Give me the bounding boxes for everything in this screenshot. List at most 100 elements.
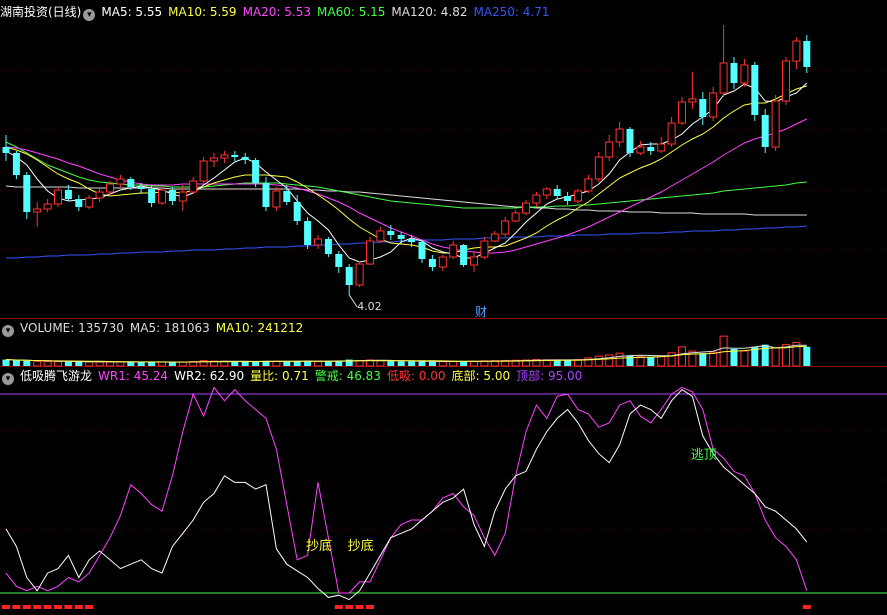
volume-bar: [449, 360, 458, 367]
volume-bar: [283, 361, 291, 366]
candle-body: [220, 154, 229, 159]
ma-line-ma120: [5, 185, 807, 216]
candle-body: [324, 239, 332, 254]
candle-body: [699, 99, 707, 117]
candle-body: [605, 141, 614, 158]
candle-body: [189, 180, 198, 193]
candle-body: [23, 175, 31, 212]
candle-body: [449, 244, 458, 258]
candle-body: [594, 156, 603, 180]
candle-body: [148, 189, 156, 203]
candle-body: [106, 183, 114, 193]
indicator-legend: ▾ 低吸腾飞游龙 WR1: 45.24 WR2: 62.90 量比: 0.71 警戒: 4…: [0, 367, 588, 385]
candle-body: [418, 242, 426, 259]
candle-body: [803, 41, 811, 67]
low-buy-marker: [74, 605, 83, 609]
low-buy-marker: [355, 605, 364, 609]
candle-body: [522, 202, 530, 214]
low-buy-marker: [54, 605, 62, 609]
candle-body: [12, 153, 20, 175]
stock-title: 湖南投资(日线): [0, 5, 82, 19]
volume-bar: [95, 361, 104, 367]
candle-body: [782, 60, 790, 102]
volume-bar: [137, 362, 145, 366]
volume-ma-line: [5, 344, 807, 363]
candle-body: [678, 101, 686, 124]
candle-body: [480, 240, 489, 258]
volume-bar: [127, 362, 135, 366]
candle-body: [366, 240, 374, 265]
volume-bar: [564, 360, 572, 366]
candle-body: [158, 189, 166, 204]
volume-bar: [168, 362, 176, 366]
candle-body: [761, 115, 769, 147]
candle-body: [470, 256, 478, 266]
event-marker[interactable]: 财: [475, 303, 487, 320]
ma5-label: MA5: 5.55: [101, 5, 163, 19]
candle-body: [293, 202, 301, 221]
chart-canvas: [0, 25, 887, 609]
candle-body: [511, 212, 520, 222]
chevron-down-icon[interactable]: ▾: [2, 325, 14, 337]
candle-body: [542, 188, 551, 196]
candle-body: [355, 263, 364, 286]
volume-bar: [678, 346, 686, 367]
volume-ratio-label: 量比: 0.71: [250, 369, 309, 383]
wr2-label: WR2: 62.90: [174, 369, 245, 383]
low-buy-marker: [366, 605, 374, 609]
ma20-label: MA20: 5.53: [242, 5, 311, 19]
candle-body: [667, 122, 676, 145]
chevron-down-icon[interactable]: ▾: [2, 373, 14, 385]
candle-body: [501, 220, 510, 235]
ma-line-ma10: [5, 85, 807, 254]
candle-body: [438, 256, 447, 268]
low-buy-marker: [802, 605, 811, 609]
candle-body: [626, 129, 634, 153]
volume-bar: [397, 361, 405, 366]
main-legend: 湖南投资(日线) ▾ MA5: 5.55 MA10: 5.59 MA20: 5.53 MA…: [0, 3, 556, 21]
volume-bar: [667, 352, 676, 367]
candle-body: [137, 187, 145, 189]
volume-bar: [324, 361, 332, 366]
candle-body: [33, 208, 42, 213]
volume-ma5-label: MA5: 181063: [129, 321, 210, 335]
candle-body: [335, 254, 343, 267]
low-pointer: [348, 294, 358, 308]
volume-bar: [272, 360, 281, 367]
low-buy-marker: [85, 605, 94, 609]
candle-body: [408, 239, 416, 242]
candle-body: [95, 191, 104, 199]
candle-body: [553, 189, 561, 196]
volume-bar: [709, 351, 718, 367]
volume-bar: [75, 361, 83, 366]
ma250-label: MA250: 4.71: [473, 5, 550, 19]
candle-body: [43, 203, 52, 210]
candle-body: [771, 100, 780, 148]
candle-body: [304, 221, 312, 245]
volume-bar: [43, 361, 52, 367]
low-buy-marker: [345, 605, 354, 609]
candle-body: [387, 231, 395, 235]
candle-body: [647, 147, 655, 151]
candle-body: [199, 160, 208, 182]
candle-body: [345, 267, 353, 285]
candle-body: [719, 62, 728, 94]
volume-bar: [148, 361, 156, 366]
volume-bar: [647, 357, 655, 366]
volume-bar: [408, 361, 416, 366]
volume-bar: [418, 361, 426, 366]
volume-bar: [54, 361, 62, 367]
candle-body: [231, 155, 239, 157]
warning-label: 警戒: 46.83: [314, 369, 381, 383]
candle-body: [283, 191, 291, 202]
volume-bar: [771, 347, 780, 367]
chevron-down-icon[interactable]: ▾: [83, 9, 96, 21]
candle-body: [688, 98, 697, 103]
volume-bar: [657, 355, 666, 367]
volume-bar: [85, 361, 94, 367]
volume-bar: [636, 356, 645, 367]
volume-bar: [293, 361, 301, 366]
volume-bar: [106, 361, 114, 367]
buy-signal-label: 抄底: [306, 539, 333, 554]
ma-line-ma60: [5, 141, 807, 209]
